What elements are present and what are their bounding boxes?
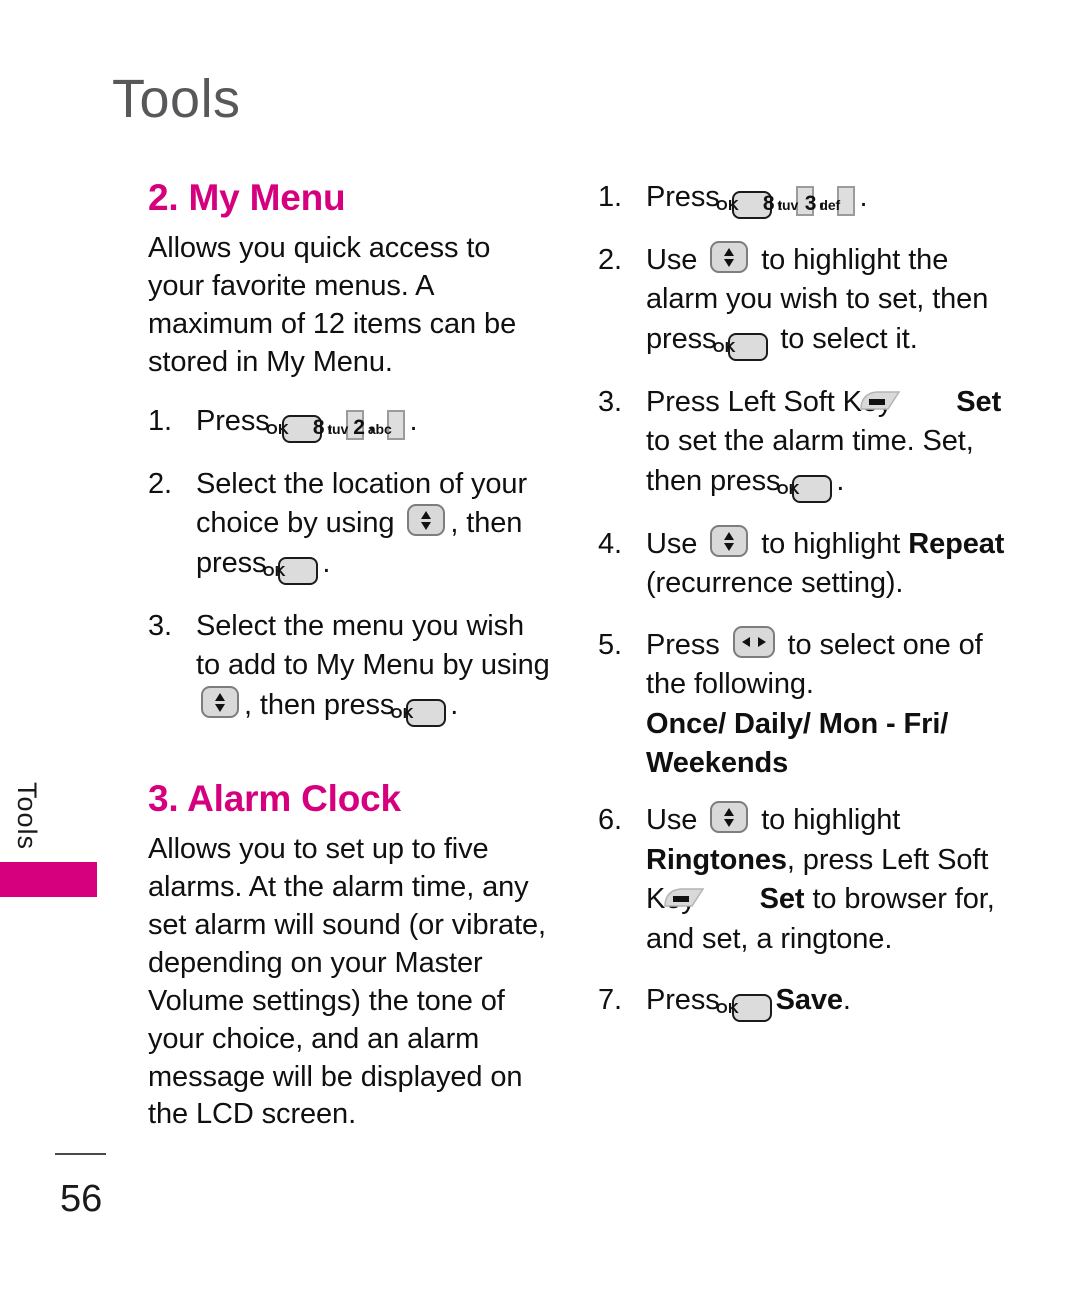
soft-key-label: Set: [956, 385, 1002, 418]
step-number: 2.: [148, 467, 172, 500]
up-down-navigation-key-icon: [710, 801, 749, 834]
up-down-navigation-key-icon: [710, 524, 749, 557]
left-column: 2. My Menu Allows you quick access to yo…: [148, 178, 553, 1154]
alarm-clock-description: Allows you to set up to five alarms. At …: [148, 832, 547, 1131]
ringtones-label: Ringtones: [646, 843, 787, 876]
step-text: Use: [646, 804, 706, 837]
step-number: 6.: [598, 804, 622, 837]
alarm-step-2: 2. Use to highlight the alarm you wish to…: [598, 241, 1010, 361]
footer-divider: [55, 1153, 106, 1155]
step-number: 1.: [598, 181, 622, 213]
alarm-step-5: 5. Press to select one of the following. O…: [598, 625, 1010, 784]
alarm-step-3: 3. Press Left Soft Key Set to set the ala…: [598, 383, 1010, 503]
ok-key-icon: OK: [713, 332, 769, 361]
ok-key-icon: OK: [716, 994, 772, 1023]
step-number: 1.: [148, 404, 172, 437]
manual-page: Tools Tools 56 2. My Menu Allows you qui…: [0, 0, 1080, 1295]
repeat-options-line-2: Weekends: [646, 746, 789, 779]
ok-key-icon: OK: [777, 474, 833, 503]
up-down-navigation-key-icon: [201, 685, 239, 718]
step-text: .: [409, 404, 418, 437]
section-heading-my-menu: 2. My Menu: [148, 177, 346, 218]
number-key-3-icon: 3 def: [805, 186, 856, 216]
step-text: Select the menu you wish to add to My Me…: [196, 609, 550, 682]
step-text: Use: [646, 527, 706, 560]
step-number: 3.: [148, 609, 172, 642]
soft-key-label: Set: [759, 883, 805, 916]
step-text: to highlight: [753, 804, 901, 837]
up-down-navigation-key-icon: [710, 241, 749, 273]
alarm-step-6: 6. Use to highlight Ringtones, press Left…: [598, 801, 1010, 959]
left-soft-key-icon: [860, 386, 950, 412]
my-menu-step-3: 3. Select the menu you wish to add to My …: [148, 607, 553, 727]
repeat-options-line-1: Once/ Daily/ Mon - Fri/: [646, 707, 949, 740]
step-text: .: [322, 546, 331, 579]
ok-key-icon: OK: [391, 698, 447, 727]
step-text: Use: [646, 244, 706, 276]
my-menu-step-1: 1. Press OK, 8 tuv, 2 abc.: [148, 402, 553, 443]
step-text: to highlight: [753, 527, 909, 560]
ok-key-icon: OK: [263, 556, 319, 585]
step-number: 2.: [598, 244, 622, 276]
left-soft-key-icon: [663, 883, 754, 909]
section-heading-alarm-clock: 3. Alarm Clock: [148, 777, 401, 819]
number-key-2-icon: 2 abc: [353, 409, 406, 440]
step-text: .: [859, 181, 868, 213]
step-number: 5.: [598, 628, 622, 661]
step-text: , then press: [244, 688, 403, 721]
my-menu-step-2: 2. Select the location of your choice by …: [148, 465, 553, 585]
step-text: (recurrence setting).: [646, 567, 904, 600]
repeat-label: Repeat: [908, 527, 1005, 560]
page-number: 56: [60, 1178, 103, 1220]
alarm-step-1: 1. Press OK, 8 tuv, 3 def.: [598, 178, 1010, 219]
step-text: .: [836, 464, 845, 497]
step-number: 7.: [598, 984, 622, 1017]
left-right-navigation-key-icon: [732, 625, 775, 658]
my-menu-description: Allows you quick access to your favorite…: [148, 231, 517, 378]
side-tab-marker: [0, 862, 97, 897]
alarm-step-7: 7. Press OK Save.: [598, 981, 1010, 1023]
step-text: .: [842, 984, 851, 1017]
step-text: .: [450, 688, 459, 721]
step-text: Press: [646, 628, 728, 661]
step-number: 4.: [598, 527, 622, 560]
chapter-title: Tools: [112, 69, 241, 129]
step-text: to select it.: [772, 322, 918, 355]
alarm-step-4: 4. Use to highlight Repeat (recurrence se…: [598, 524, 1010, 604]
save-label: Save: [775, 984, 843, 1017]
step-number: 3.: [598, 385, 622, 418]
right-column: 1. Press OK, 8 tuv, 3 def. 2. Use to highlig…: [598, 178, 1010, 1044]
up-down-navigation-key-icon: [407, 504, 446, 537]
